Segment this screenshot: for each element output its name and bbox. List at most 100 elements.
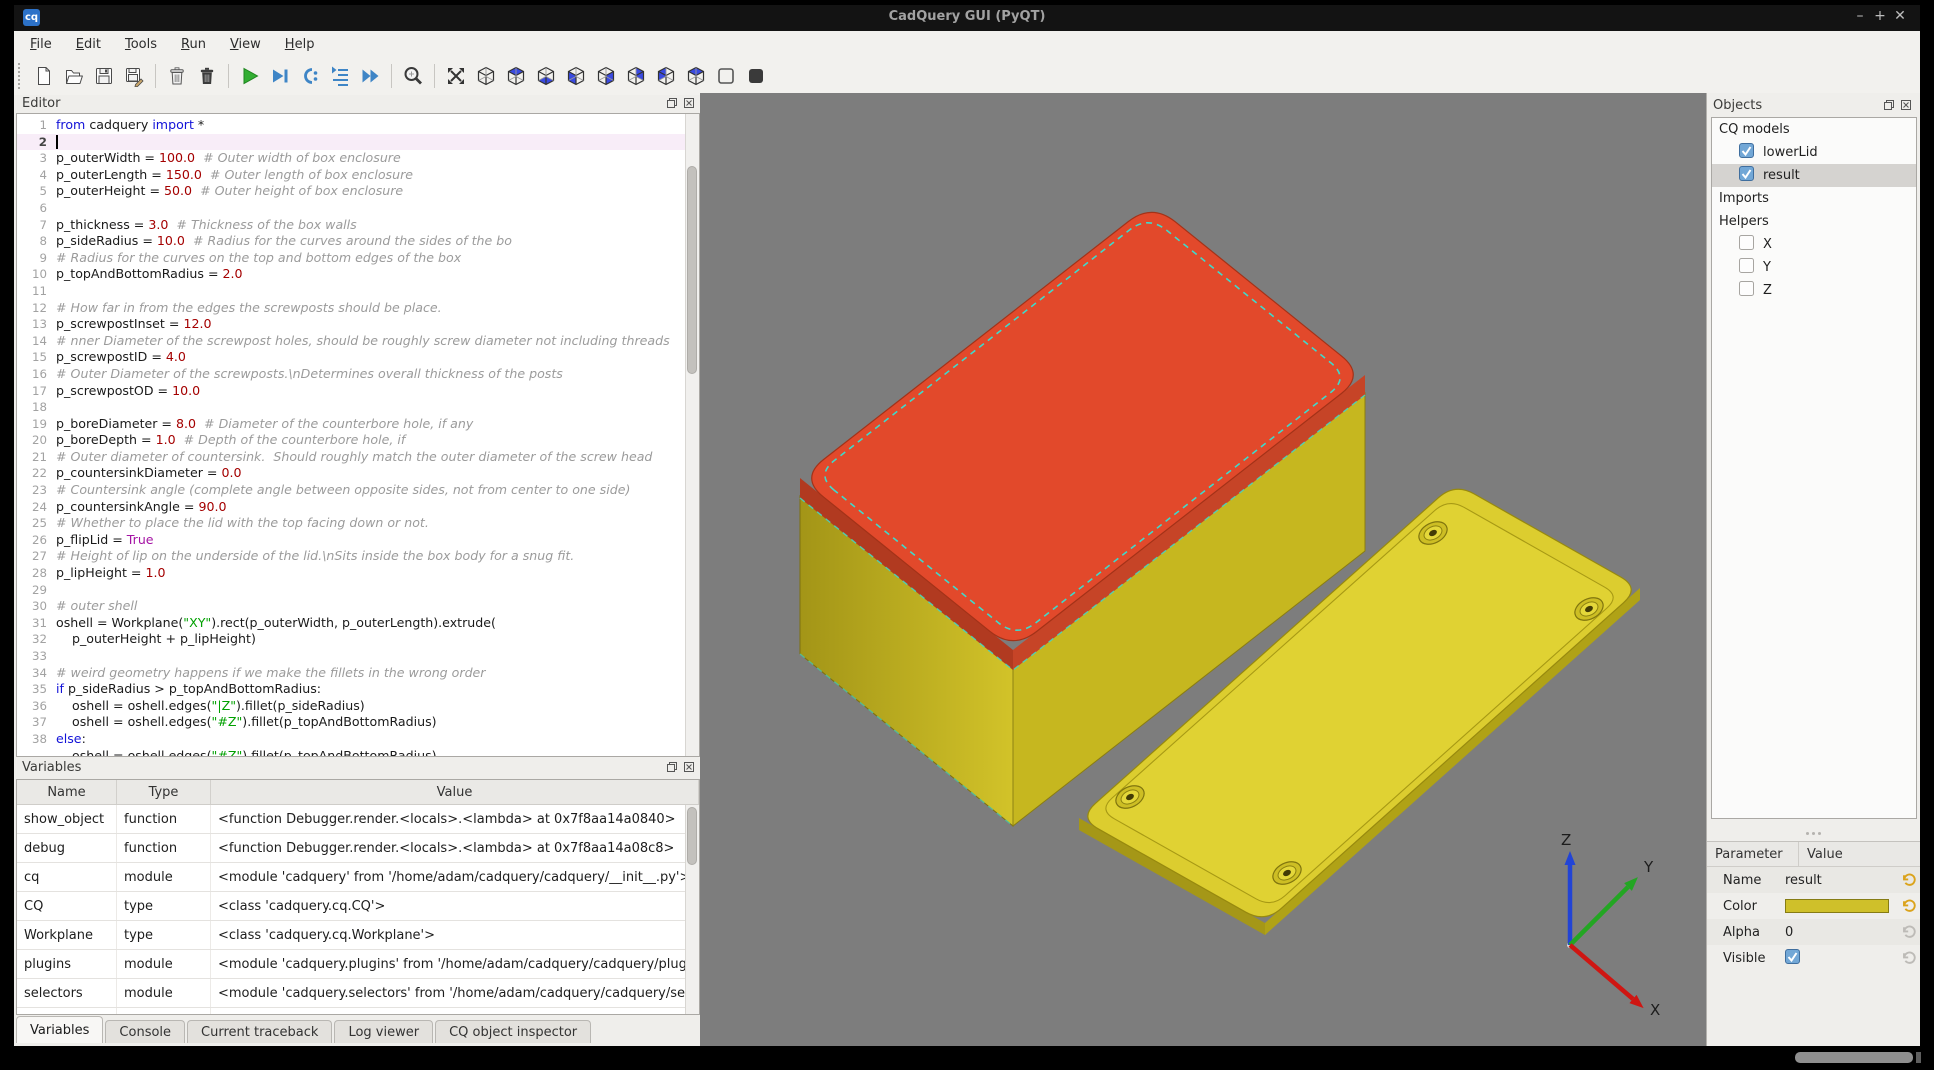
- cell-type: function: [117, 834, 211, 862]
- tree-item-x[interactable]: X: [1712, 233, 1916, 256]
- view-front-button[interactable]: [561, 61, 591, 91]
- column-header-name[interactable]: Name: [17, 780, 117, 804]
- variables-close-button[interactable]: [682, 761, 695, 774]
- table-row[interactable]: selectorsmodule<module 'cadquery.selecto…: [17, 979, 699, 1008]
- table-row[interactable]: CQtype<class 'cadquery.cq.CQ'>: [17, 892, 699, 921]
- tab-cq-object-inspector[interactable]: CQ object inspector: [435, 1020, 591, 1043]
- menu-item-edit[interactable]: Edit: [64, 34, 113, 55]
- tree-item-cq-models[interactable]: CQ models: [1712, 118, 1916, 141]
- editor-scrollbar-thumb[interactable]: [687, 166, 697, 374]
- parameter-value[interactable]: result: [1785, 873, 1898, 888]
- view-axo-button[interactable]: [681, 61, 711, 91]
- menu-item-help[interactable]: Help: [273, 34, 327, 55]
- table-row[interactable]: Workplanetype<class 'cadquery.cq.Workpla…: [17, 921, 699, 950]
- objects-close-button[interactable]: [1899, 99, 1912, 112]
- view-right-button[interactable]: [591, 61, 621, 91]
- menu-item-view[interactable]: View: [218, 34, 273, 55]
- step-button[interactable]: [295, 61, 325, 91]
- clear-button[interactable]: [162, 61, 192, 91]
- table-row[interactable]: show_objectfunction<function Debugger.re…: [17, 805, 699, 834]
- continue-button[interactable]: [355, 61, 385, 91]
- tree-item-lowerlid[interactable]: lowerLid: [1712, 141, 1916, 164]
- minimize-button[interactable]: –: [1850, 8, 1870, 24]
- tree-item-imports[interactable]: Imports: [1712, 187, 1916, 210]
- toolbar-handle[interactable]: [18, 63, 26, 89]
- unchecked-checkbox[interactable]: [1739, 235, 1754, 254]
- menu-item-file[interactable]: File: [18, 34, 64, 55]
- title-bar[interactable]: cq CadQuery GUI (PyQT) –+✕: [14, 5, 1920, 31]
- editor-close-button[interactable]: [682, 97, 695, 110]
- tree-item-helpers[interactable]: Helpers: [1712, 210, 1916, 233]
- open-script-button[interactable]: [59, 61, 89, 91]
- column-header-value[interactable]: Value: [211, 780, 699, 804]
- cell-type: module: [117, 863, 211, 891]
- objects-tree: CQ models lowerLid resultImportsHelpersXYZ: [1711, 117, 1917, 819]
- save-script-button[interactable]: [89, 61, 119, 91]
- editor-float-button[interactable]: [665, 97, 678, 110]
- editor-title-label: Editor: [22, 96, 60, 111]
- parameter-value[interactable]: 0: [1785, 925, 1898, 940]
- parameter-column-label: Parameter: [1707, 842, 1799, 866]
- shaded-button[interactable]: [741, 61, 771, 91]
- wireframe-button[interactable]: [711, 61, 741, 91]
- maximize-button[interactable]: +: [1870, 8, 1890, 24]
- table-row[interactable]: debugfunction<function Debugger.render.<…: [17, 834, 699, 863]
- undo-button[interactable]: [1898, 951, 1920, 966]
- cell-value: <class 'cadquery.occ_impl.geom.Plane'>: [211, 1008, 699, 1015]
- code-line: 20p_boreDepth = 1.0 # Depth of the count…: [17, 432, 686, 449]
- tree-item-y[interactable]: Y: [1712, 256, 1916, 279]
- unchecked-checkbox[interactable]: [1739, 258, 1754, 277]
- visible-checkbox[interactable]: [1785, 949, 1800, 968]
- code-line: 22p_countersinkDiameter = 0.0: [17, 465, 686, 482]
- undo-button[interactable]: [1898, 899, 1920, 914]
- checked-checkbox[interactable]: [1739, 143, 1754, 162]
- fit-view-button[interactable]: [441, 61, 471, 91]
- render-button[interactable]: [235, 61, 265, 91]
- sidebar-splitter[interactable]: [1707, 829, 1920, 838]
- code-line: 15p_screwpostID = 4.0: [17, 349, 686, 366]
- step-into-button[interactable]: [325, 61, 355, 91]
- table-row[interactable]: pluginsmodule<module 'cadquery.plugins' …: [17, 950, 699, 979]
- zoom-button[interactable]: [398, 61, 428, 91]
- table-row[interactable]: Planetype<class 'cadquery.occ_impl.geom.…: [17, 1008, 699, 1015]
- undo-button[interactable]: [1898, 925, 1920, 940]
- tab-log-viewer[interactable]: Log viewer: [334, 1020, 433, 1043]
- save-as-button[interactable]: [119, 61, 149, 91]
- tab-variables[interactable]: Variables: [16, 1016, 103, 1043]
- delete-button[interactable]: [192, 61, 222, 91]
- column-header-type[interactable]: Type: [117, 780, 211, 804]
- view-bottom-button[interactable]: [531, 61, 561, 91]
- variables-float-button[interactable]: [665, 761, 678, 774]
- tree-item-label: lowerLid: [1763, 145, 1818, 160]
- table-row[interactable]: cqmodule<module 'cadquery' from '/home/a…: [17, 863, 699, 892]
- close-button[interactable]: ✕: [1890, 8, 1910, 24]
- view-back-button[interactable]: [621, 61, 651, 91]
- app-window: cq CadQuery GUI (PyQT) –+✕ FileEditTools…: [14, 5, 1920, 1046]
- color-swatch[interactable]: [1785, 899, 1889, 913]
- viewport-3d[interactable]: ZYX: [700, 93, 1706, 1046]
- debug-button[interactable]: [265, 61, 295, 91]
- view-top-button[interactable]: [501, 61, 531, 91]
- new-script-button[interactable]: [29, 61, 59, 91]
- menu-item-run[interactable]: Run: [169, 34, 218, 55]
- cell-name: plugins: [17, 950, 117, 978]
- code-line: 14# nner Diameter of the screwpost holes…: [17, 333, 686, 350]
- tree-item-z[interactable]: Z: [1712, 279, 1916, 302]
- checked-checkbox[interactable]: [1739, 166, 1754, 185]
- code-editor[interactable]: 1from cadquery import *23p_outerWidth = …: [16, 113, 700, 757]
- bottom-scrollbar[interactable]: [1795, 1052, 1913, 1063]
- bottom-tabs: VariablesConsoleCurrent tracebackLog vie…: [16, 1015, 593, 1043]
- variables-scrollbar-thumb[interactable]: [687, 807, 697, 865]
- undo-button[interactable]: [1898, 873, 1920, 888]
- tab-current-traceback[interactable]: Current traceback: [187, 1020, 332, 1043]
- view-left-button[interactable]: [651, 61, 681, 91]
- objects-float-button[interactable]: [1882, 99, 1895, 112]
- code-line: 5p_outerHeight = 50.0 # Outer height of …: [17, 183, 686, 200]
- parameter-row-color: Color: [1707, 893, 1920, 919]
- tree-item-result[interactable]: result: [1712, 164, 1916, 187]
- unchecked-checkbox[interactable]: [1739, 281, 1754, 300]
- menu-item-tools[interactable]: Tools: [113, 34, 169, 55]
- tab-console[interactable]: Console: [105, 1020, 185, 1043]
- view-iso-button[interactable]: [471, 61, 501, 91]
- tree-item-label: Z: [1763, 283, 1772, 298]
